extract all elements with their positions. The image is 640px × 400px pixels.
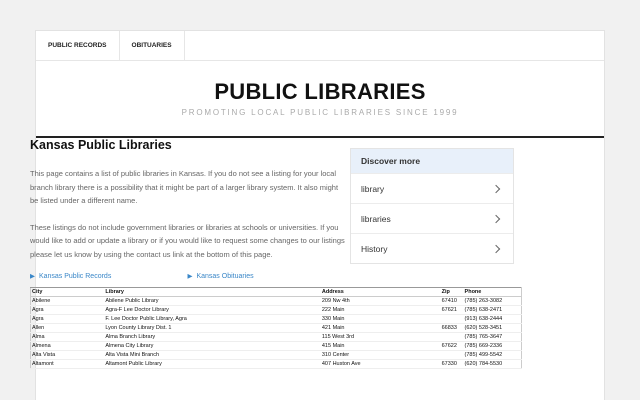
cell-city: Alma: [30, 332, 105, 342]
discover-more-panel: Discover more library libraries History: [350, 148, 514, 264]
cell-library: Altamont Public Library: [104, 359, 321, 369]
cell-address: 330 Main: [320, 314, 441, 324]
cell-zip: 67622: [440, 341, 464, 351]
libraries-table: City Library Address Zip Phone Abilene Ab…: [30, 287, 522, 369]
column-header-zip: Zip: [440, 287, 464, 297]
cell-zip: 67410: [440, 296, 464, 306]
discover-item-label: libraries: [361, 213, 391, 224]
site-tagline: PROMOTING LOCAL PUBLIC LIBRARIES SINCE 1…: [181, 108, 459, 117]
cell-phone: (620) 784-5530: [463, 359, 522, 369]
table-row: Abilene Abilene Public Library 209 Nw 4th 6…: [30, 296, 522, 306]
related-links: ▶ Kansas Public Records ▶ Kansas Obituar…: [30, 272, 345, 280]
discover-item-library[interactable]: library: [351, 173, 513, 203]
table-row: Agra Agra-F Lee Doctor Library 222 Main 676…: [30, 305, 522, 315]
cell-phone: (785) 765-3647: [463, 332, 522, 342]
cell-library: Almena City Library: [104, 341, 321, 351]
cell-phone: (785) 499-5542: [463, 350, 522, 360]
link-label: Kansas Obituaries: [196, 273, 254, 280]
cell-phone: (785) 669-2336: [463, 341, 522, 351]
site-title[interactable]: PUBLIC LIBRARIES: [36, 61, 604, 105]
cell-city: Agra: [30, 305, 105, 315]
cell-address: 222 Main: [320, 305, 441, 315]
table-row: Alma Alma Branch Library 115 West 3rd (785)…: [30, 332, 522, 342]
cell-city: Agra: [30, 314, 105, 324]
link-label: Kansas Public Records: [38, 273, 112, 280]
table-row: Alta Vista Alta Vista Mini Branch 310 Cent…: [30, 350, 522, 360]
table-row: Agra F. Lee Doctor Public Library, Agra 33…: [30, 314, 522, 324]
table-header-row: City Library Address Zip Phone: [30, 287, 522, 297]
cell-city: Alta Vista: [30, 350, 105, 360]
discover-item-label: library: [361, 183, 385, 194]
discover-more-heading: Discover more: [351, 149, 513, 173]
cell-phone: (785) 638-2471: [463, 305, 522, 315]
column-header-phone: Phone: [463, 287, 522, 297]
cell-address: 407 Huston Ave: [320, 359, 441, 369]
nav-item-public-records[interactable]: PUBLIC RECORDS: [36, 31, 120, 60]
kansas-obituaries-link[interactable]: ▶ Kansas Obituaries: [188, 272, 346, 280]
arrow-right-icon: ▶: [30, 273, 35, 280]
cell-library: Abilene Public Library: [104, 296, 321, 306]
arrow-right-icon: ▶: [187, 273, 193, 280]
listing-note-paragraph: These listings do not include government…: [30, 222, 345, 259]
column-header-city: City: [30, 287, 105, 297]
nav-item-obituaries[interactable]: OBITUARIES: [120, 31, 185, 60]
top-nav: PUBLIC RECORDS OBITUARIES: [36, 31, 604, 61]
cell-address: 415 Main: [320, 341, 441, 351]
cell-zip: 66833: [440, 323, 464, 333]
cell-city: Abilene: [30, 296, 105, 306]
column-header-library: Library: [104, 287, 321, 297]
cell-library: Alta Vista Mini Branch: [104, 350, 321, 360]
cell-city: Altamont: [30, 359, 105, 369]
table-row: Altamont Altamont Public Library 407 Husto…: [30, 359, 522, 369]
cell-library: Lyon County Library Dist. 1: [104, 323, 321, 333]
chevron-right-icon: [491, 214, 501, 223]
chevron-right-icon: [491, 184, 501, 193]
cell-phone: (620) 528-3451: [463, 323, 522, 333]
cell-address: 115 West 3rd: [320, 332, 441, 342]
cell-library: Agra-F Lee Doctor Library: [104, 305, 321, 315]
cell-library: Alma Branch Library: [104, 332, 321, 342]
column-header-address: Address: [320, 287, 441, 297]
page-title: Kansas Public Libraries: [30, 138, 172, 152]
table-row: Allen Lyon County Library Dist. 1 421 Main…: [30, 323, 522, 333]
cell-zip: [440, 350, 464, 360]
cell-library: F. Lee Doctor Public Library, Agra: [104, 314, 321, 324]
discover-item-history[interactable]: History: [351, 233, 513, 263]
site-header: PUBLIC LIBRARIES PROMOTING LOCAL PUBLIC …: [36, 61, 604, 138]
intro-paragraph: This page contains a list of public libr…: [30, 169, 339, 205]
cell-address: 310 Center: [320, 350, 441, 360]
cell-zip: [440, 314, 464, 324]
main-content: Kansas Public Libraries This page contai…: [30, 137, 345, 280]
cell-phone: (913) 638-2444: [463, 314, 522, 324]
cell-city: Allen: [30, 323, 105, 333]
cell-phone: (785) 263-3082: [463, 296, 522, 306]
cell-zip: [440, 332, 464, 342]
cell-zip: 67621: [440, 305, 464, 315]
cell-zip: 67330: [440, 359, 464, 369]
cell-city: Almena: [30, 341, 105, 351]
cell-address: 421 Main: [320, 323, 441, 333]
table-row: Almena Almena City Library 415 Main 67622 (7…: [30, 341, 522, 351]
discover-item-label: History: [361, 243, 388, 254]
cell-address: 209 Nw 4th: [320, 296, 441, 306]
kansas-public-records-link[interactable]: ▶ Kansas Public Records: [30, 272, 188, 280]
chevron-right-icon: [491, 244, 501, 253]
discover-item-libraries[interactable]: libraries: [351, 203, 513, 233]
